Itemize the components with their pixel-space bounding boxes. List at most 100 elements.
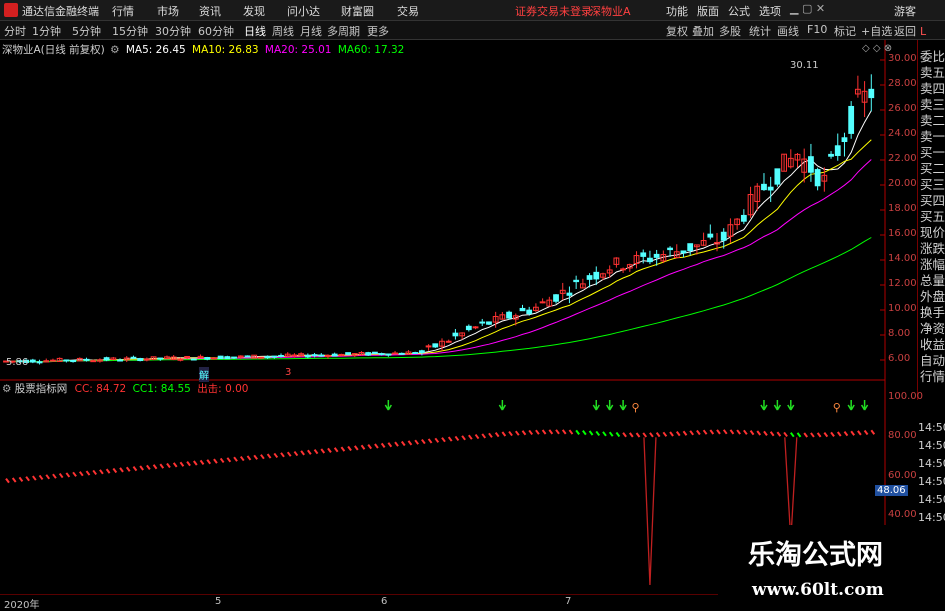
indicator-tick-label: 100.00 xyxy=(888,391,923,402)
tab-30min[interactable]: 30分钟 xyxy=(155,23,191,39)
indicator-bar xyxy=(11,477,17,483)
menu-item-news[interactable]: 资讯 xyxy=(199,3,221,19)
menu-item-market[interactable]: 市场 xyxy=(157,3,179,19)
candle-body xyxy=(432,343,439,348)
window-buttons-icon[interactable]: ▁ ▢ ✕ xyxy=(790,2,825,15)
add-watchlist-button[interactable]: +自选 xyxy=(861,23,892,39)
tab-daily[interactable]: 日线 xyxy=(244,23,266,39)
candle-body xyxy=(130,356,137,359)
menu-item-wealth[interactable]: 财富圈 xyxy=(341,3,374,19)
menu-item-trade[interactable]: 交易 xyxy=(397,3,419,19)
ma5-value: MA5: 26.45 xyxy=(125,44,186,56)
guest-label[interactable]: 游客 xyxy=(894,3,916,19)
menu-item-discover[interactable]: 发现 xyxy=(243,3,265,19)
indicator-bar xyxy=(199,459,205,465)
indicator-bar xyxy=(380,442,386,448)
candle-body xyxy=(828,153,834,157)
candle-body xyxy=(814,169,821,187)
indicator-bar xyxy=(152,464,158,470)
indicator-bar xyxy=(260,454,265,460)
menu-item-quotes[interactable]: 行情 xyxy=(112,3,134,19)
candle-body xyxy=(378,353,385,356)
indicator-bar xyxy=(642,432,648,438)
tab-60min[interactable]: 60分钟 xyxy=(198,23,234,39)
candle-body xyxy=(177,358,184,361)
app-logo-icon xyxy=(4,3,18,17)
tab-monthly[interactable]: 月线 xyxy=(300,23,322,39)
adjust-button[interactable]: 复权 xyxy=(666,23,688,39)
menu-item-ask[interactable]: 问小达 xyxy=(287,3,320,19)
candle-body xyxy=(774,168,781,185)
tab-multi-period[interactable]: 多周期 xyxy=(327,23,360,39)
statistics-button[interactable]: 统计 xyxy=(749,23,771,39)
indicator-bar xyxy=(796,432,802,438)
indicator-bar xyxy=(387,442,393,448)
indicator-bar xyxy=(414,439,419,445)
indicator-bar xyxy=(427,438,433,444)
tab-1min[interactable]: 1分钟 xyxy=(32,23,61,39)
indicator-bar xyxy=(320,448,326,454)
f10-button[interactable]: F10 xyxy=(807,23,827,36)
candle-body xyxy=(707,233,714,238)
tab-5min[interactable]: 5分钟 xyxy=(72,23,101,39)
candle-body xyxy=(372,351,378,354)
indicator-bar xyxy=(696,429,701,436)
candle-body xyxy=(392,352,398,355)
indicator-bar xyxy=(468,434,473,440)
candle-body xyxy=(184,355,191,358)
price-tick-label: 8.00 xyxy=(888,328,911,339)
draw-line-button[interactable]: 画线 xyxy=(777,23,799,39)
main-chart[interactable]: ⚲ ⚲ xyxy=(0,40,917,595)
indicator-bar xyxy=(702,429,708,435)
app-title: 通达信金融终端 xyxy=(22,5,99,18)
indicator-bar xyxy=(32,475,37,481)
side-panel-toggle-icon[interactable]: L xyxy=(920,25,926,38)
indicator-bar xyxy=(776,431,782,437)
indicator-bar xyxy=(313,449,319,455)
watermark-title: 乐淘公式网 xyxy=(748,540,883,571)
indicator-bar xyxy=(810,432,815,438)
indicator-bar xyxy=(25,476,30,482)
candlesticks xyxy=(3,74,875,365)
indicator-bar xyxy=(870,429,876,435)
tab-more[interactable]: 更多 xyxy=(367,23,389,39)
indicator-bar xyxy=(52,473,57,479)
indicator-bar xyxy=(803,432,809,438)
price-tick-label: 14.00 xyxy=(888,253,917,264)
side-panel-item[interactable]: 行情 xyxy=(920,366,945,385)
indicator-current-value: 48.06 xyxy=(875,485,908,496)
buy-signal-arrow-icon xyxy=(773,400,782,411)
cc-value: CC: 84.72 xyxy=(74,383,127,395)
tab-weekly[interactable]: 周线 xyxy=(272,23,294,39)
menu-item-formula[interactable]: 公式 xyxy=(728,3,750,19)
time-label: 14:50 xyxy=(918,457,945,470)
indicator-bar xyxy=(461,435,466,441)
indicator-bar xyxy=(219,457,225,464)
indicator-bar xyxy=(5,478,10,484)
candle-body xyxy=(137,358,144,362)
mark-button[interactable]: 标记 xyxy=(834,23,856,39)
login-notice[interactable]: 证券交易未登录 xyxy=(515,3,592,19)
indicator-bar xyxy=(374,443,379,449)
overlay-button[interactable]: 叠加 xyxy=(692,23,714,39)
date-label-july: 7 xyxy=(565,596,572,607)
candle-body xyxy=(331,353,338,357)
indicator-bar xyxy=(588,430,594,436)
back-button[interactable]: 返回 xyxy=(894,23,916,39)
indicator-bar xyxy=(508,430,513,437)
multi-stock-button[interactable]: 多股 xyxy=(719,23,741,39)
time-label: 14:50 xyxy=(918,421,945,434)
indicator-bar xyxy=(548,429,554,435)
tab-15min[interactable]: 15分钟 xyxy=(112,23,148,39)
tab-minute-time[interactable]: 分时 xyxy=(4,23,26,39)
menu-item-options[interactable]: 选项 xyxy=(759,3,781,19)
candle-body xyxy=(224,356,231,360)
menu-item-function[interactable]: 功能 xyxy=(666,3,688,19)
candle-body xyxy=(36,361,43,364)
indicator-bar xyxy=(226,457,232,463)
menu-item-layout[interactable]: 版面 xyxy=(697,3,719,19)
date-label-may: 5 xyxy=(215,596,222,607)
candle-body xyxy=(526,309,533,315)
indicator-bar xyxy=(541,429,547,435)
indicator-bar xyxy=(139,465,144,471)
